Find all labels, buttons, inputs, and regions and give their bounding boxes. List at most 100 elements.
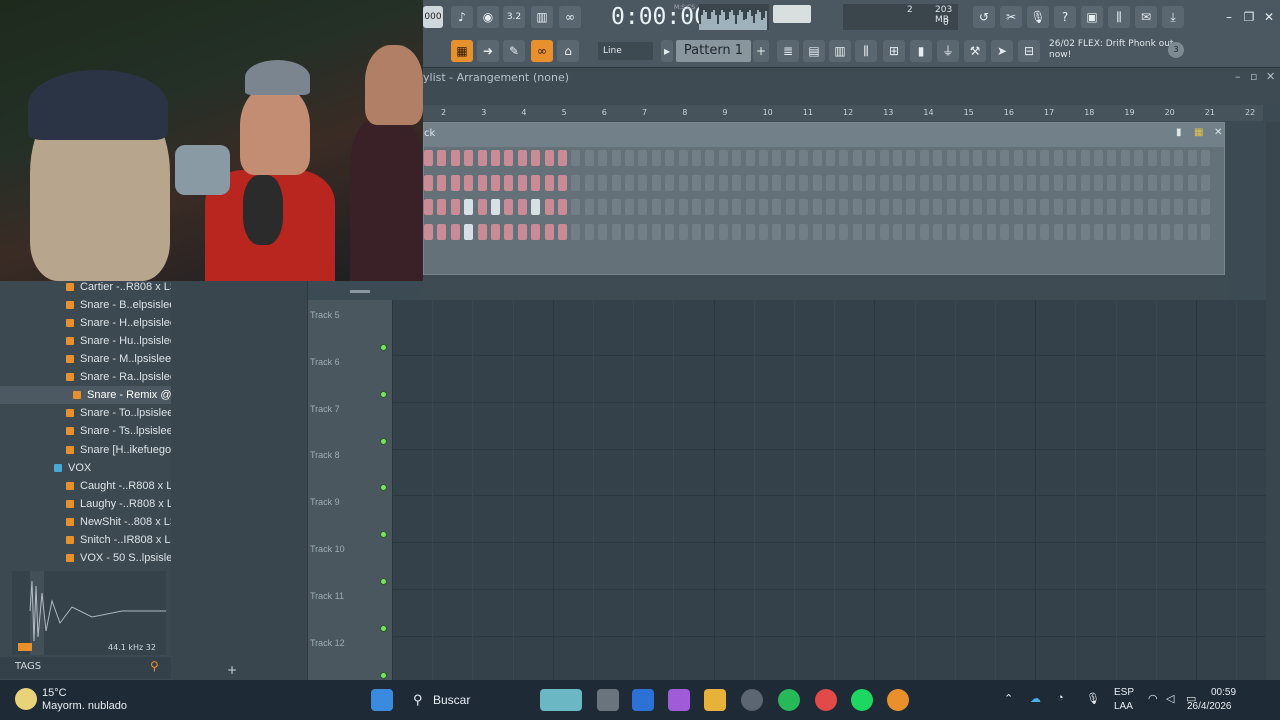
step-button[interactable] xyxy=(504,150,514,166)
step-button[interactable] xyxy=(558,174,567,191)
step-button[interactable] xyxy=(1053,199,1063,216)
pattern-selector[interactable]: Pattern 1 xyxy=(676,40,751,62)
step-button[interactable] xyxy=(1201,223,1211,240)
rack-resize-handle[interactable] xyxy=(350,290,370,293)
browser-file[interactable]: Snare - H..elpsisleet xyxy=(0,314,179,332)
step-button[interactable] xyxy=(1147,199,1157,216)
step-button[interactable] xyxy=(571,223,581,240)
step-button[interactable] xyxy=(986,174,996,191)
browser-file[interactable]: Snare [H..ikefuego xyxy=(0,441,171,459)
step-button[interactable] xyxy=(1013,199,1023,216)
step-button[interactable] xyxy=(1134,223,1144,240)
browser-icon[interactable]: ⊞ xyxy=(883,40,905,62)
step-button[interactable] xyxy=(799,199,809,216)
restore-icon[interactable]: ❐ xyxy=(1241,10,1257,24)
step-button[interactable] xyxy=(638,150,648,166)
step-button[interactable] xyxy=(879,199,889,216)
step-button[interactable] xyxy=(852,199,862,216)
step-button[interactable] xyxy=(544,174,554,191)
step-button[interactable] xyxy=(906,150,916,166)
step-button[interactable] xyxy=(558,150,567,166)
browser-file[interactable]: Snare - B..elpsisleet xyxy=(0,296,178,314)
step-button[interactable] xyxy=(477,199,487,216)
step-button[interactable] xyxy=(852,174,862,191)
step-button[interactable] xyxy=(625,199,634,216)
step-button[interactable] xyxy=(450,199,460,216)
track-name[interactable]: Track 7 xyxy=(310,404,340,414)
undo-icon[interactable]: ↺ xyxy=(973,6,995,28)
step-button[interactable] xyxy=(651,150,661,166)
piano-roll-icon[interactable]: ▦ xyxy=(451,40,473,62)
step-button[interactable] xyxy=(611,223,621,240)
step-button[interactable] xyxy=(852,223,862,240)
step-button[interactable] xyxy=(1027,223,1036,240)
step-button[interactable] xyxy=(424,223,433,240)
browser-folder[interactable]: VOX xyxy=(0,459,171,477)
step-button[interactable] xyxy=(745,150,755,166)
step-button[interactable] xyxy=(450,174,460,191)
step-button[interactable] xyxy=(919,150,929,166)
track-name[interactable]: Track 8 xyxy=(310,450,340,460)
step-button[interactable] xyxy=(1120,223,1130,240)
rack-close-icon[interactable]: ✕ xyxy=(1214,127,1222,138)
step-button[interactable] xyxy=(839,174,849,191)
step-button[interactable] xyxy=(625,150,634,166)
step-button[interactable] xyxy=(1000,223,1010,240)
file-explorer-icon[interactable] xyxy=(704,689,726,711)
step-button[interactable] xyxy=(732,150,742,166)
step-button[interactable] xyxy=(1067,223,1077,240)
step-button[interactable] xyxy=(906,199,916,216)
step-button[interactable] xyxy=(678,199,688,216)
step-button[interactable] xyxy=(799,174,809,191)
step-button[interactable] xyxy=(893,174,902,191)
step-button[interactable] xyxy=(866,223,876,240)
copilot-icon[interactable] xyxy=(668,689,690,711)
step-button[interactable] xyxy=(906,223,916,240)
whatsapp-icon[interactable] xyxy=(778,689,800,711)
step-button[interactable] xyxy=(598,199,608,216)
step-button[interactable] xyxy=(839,223,849,240)
track-mute-led[interactable] xyxy=(380,624,387,632)
step-button[interactable] xyxy=(437,223,447,240)
step-button[interactable] xyxy=(718,174,728,191)
step-button[interactable] xyxy=(598,223,608,240)
step-button[interactable] xyxy=(960,174,969,191)
step-button[interactable] xyxy=(450,150,460,166)
step-button[interactable] xyxy=(1027,150,1036,166)
step-button[interactable] xyxy=(1040,174,1050,191)
step-button[interactable] xyxy=(1107,199,1117,216)
sample-preview[interactable]: 44.1 kHz 32 xyxy=(12,571,166,655)
step-button[interactable] xyxy=(919,199,929,216)
step-button[interactable] xyxy=(933,199,943,216)
step-button[interactable] xyxy=(799,150,809,166)
step-button[interactable] xyxy=(464,223,474,240)
step-button[interactable] xyxy=(812,199,822,216)
step-button[interactable] xyxy=(1174,174,1184,191)
step-button[interactable] xyxy=(960,150,969,166)
step-button[interactable] xyxy=(692,223,701,240)
tray-app-icon[interactable]: ◔ xyxy=(1057,692,1064,704)
step-button[interactable] xyxy=(839,150,849,166)
step-button[interactable] xyxy=(1201,150,1211,166)
step-button[interactable] xyxy=(1000,199,1010,216)
step-button[interactable] xyxy=(1120,150,1130,166)
step-button[interactable] xyxy=(973,174,983,191)
step-button[interactable] xyxy=(531,199,541,216)
step-button[interactable] xyxy=(584,150,594,166)
step-button[interactable] xyxy=(946,150,956,166)
arrangement-grid[interactable] xyxy=(392,300,1266,684)
step-button[interactable] xyxy=(933,174,943,191)
step-button[interactable] xyxy=(812,223,822,240)
search-icon[interactable]: ⚲ xyxy=(150,659,159,673)
step-button[interactable] xyxy=(571,174,581,191)
step-button[interactable] xyxy=(812,174,822,191)
step-button[interactable] xyxy=(544,223,554,240)
step-button[interactable] xyxy=(464,174,474,191)
step-button[interactable] xyxy=(1013,150,1023,166)
step-button[interactable] xyxy=(705,174,715,191)
taskbar-search[interactable]: Buscar xyxy=(433,693,470,707)
step-button[interactable] xyxy=(759,199,768,216)
step-button[interactable] xyxy=(1080,223,1090,240)
step-button[interactable] xyxy=(1094,223,1103,240)
step-button[interactable] xyxy=(718,150,728,166)
